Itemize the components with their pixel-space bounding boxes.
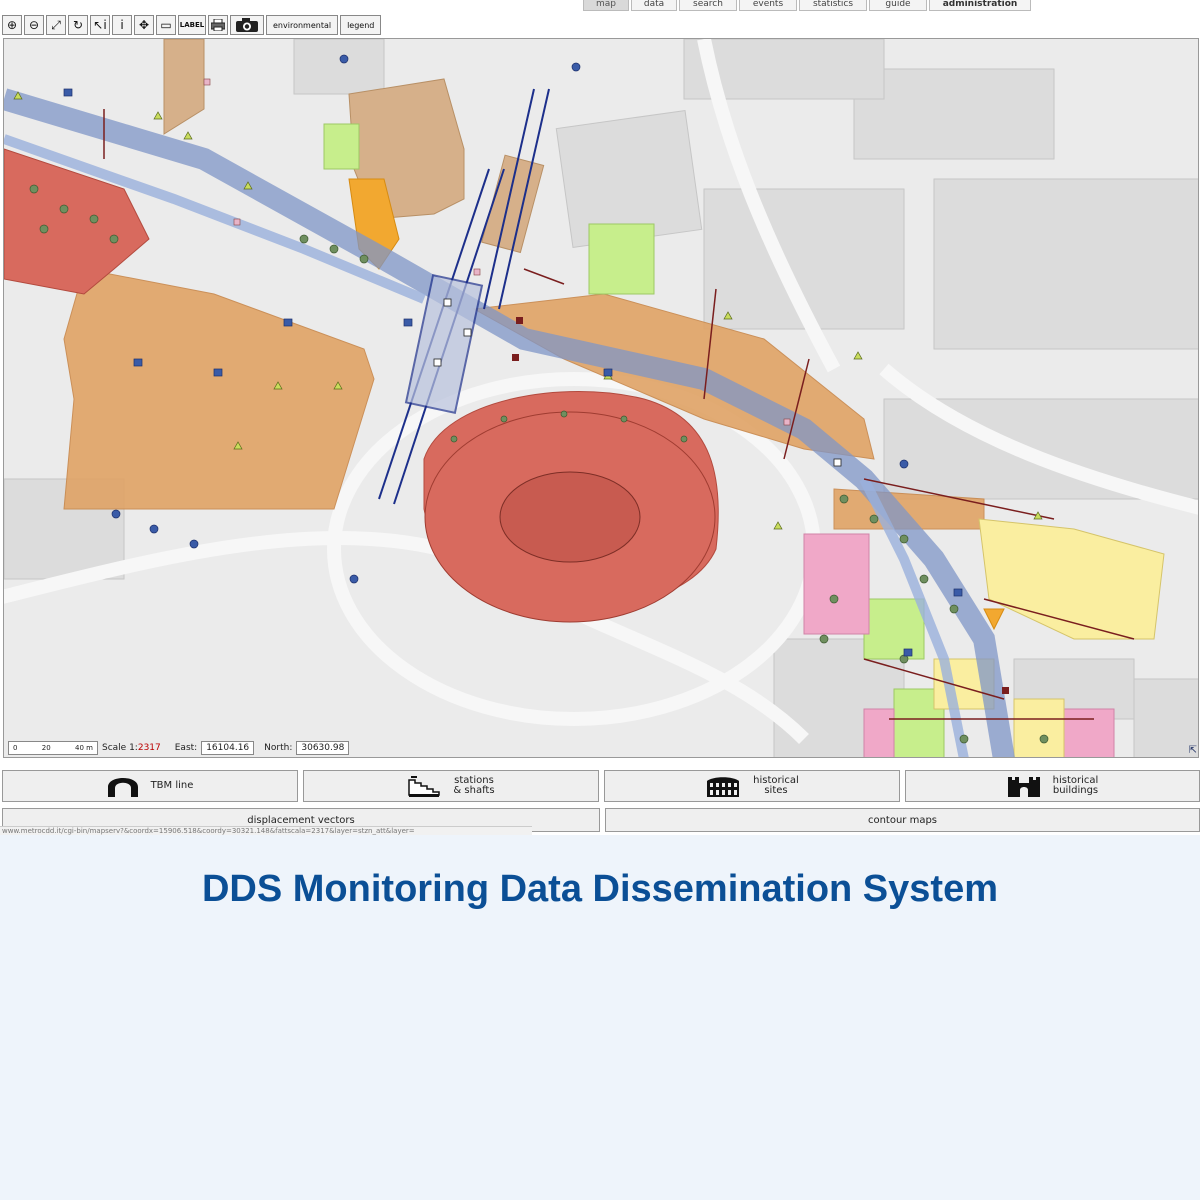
north-label: North: — [264, 743, 293, 753]
scale-ruler: 0 20 40 m — [8, 741, 98, 755]
measure-icon[interactable]: ▭ — [156, 15, 176, 35]
scale-label: Scale 1: — [102, 743, 138, 753]
browser-status-url: www.metrocdd.it/cgi-bin/mapserv?&coordx=… — [0, 826, 532, 835]
top-navigation: map data search events statistics guide … — [583, 0, 1033, 11]
info-icon[interactable]: i — [112, 15, 132, 35]
contour-maps-label: contour maps — [867, 814, 938, 826]
east-label: East: — [174, 743, 198, 753]
scale-bar: 0 20 40 m Scale 1: 2317 East: 16104.16 No… — [8, 741, 353, 755]
page-caption: DDS Monitoring Data Dissemination System — [201, 868, 998, 910]
historical-buildings-label-2: buildings — [1052, 785, 1099, 796]
map-toolbar: ⊕ ⊖ ⤢ ↻ ↖i i ✥ ▭ LABEL environmental leg… — [2, 14, 383, 36]
tab-data[interactable]: data — [631, 0, 677, 11]
tab-map[interactable]: map — [583, 0, 629, 11]
stairs-icon — [407, 775, 441, 797]
map-canvas[interactable]: 0 20 40 m Scale 1: 2317 East: 16104.16 No… — [3, 38, 1199, 758]
zoom-out-icon[interactable]: ⊖ — [24, 15, 44, 35]
zoom-in-icon[interactable]: ⊕ — [2, 15, 22, 35]
stations-shafts-button[interactable]: stations & shafts — [303, 770, 599, 802]
pan-icon[interactable]: ✥ — [134, 15, 154, 35]
tab-events[interactable]: events — [739, 0, 797, 11]
environmental-button[interactable]: environmental — [266, 15, 339, 35]
colosseum-icon — [705, 775, 741, 797]
ruler-tick-0: 0 — [13, 744, 18, 752]
tab-statistics[interactable]: statistics — [799, 0, 867, 11]
tunnel-icon — [107, 775, 139, 797]
east-value: 16104.16 — [201, 741, 255, 755]
print-icon[interactable] — [208, 15, 228, 35]
scale-value: 2317 — [137, 743, 161, 753]
tab-guide[interactable]: guide — [869, 0, 927, 11]
historical-buildings-button[interactable]: historical buildings — [905, 770, 1200, 802]
historical-sites-label-2: sites — [764, 785, 788, 796]
shafts-label: & shafts — [453, 785, 495, 796]
ruler-tick-20: 20 — [41, 744, 51, 752]
tab-administration[interactable]: administration — [929, 0, 1031, 11]
zoom-box-icon[interactable]: ⤢ — [46, 15, 66, 35]
castle-icon — [1007, 775, 1041, 797]
camera-icon[interactable] — [230, 15, 264, 35]
contour-maps-button[interactable]: contour maps — [605, 808, 1200, 832]
select-info-icon[interactable]: ↖i — [90, 15, 110, 35]
historical-sites-button[interactable]: historical sites — [604, 770, 900, 802]
refresh-icon[interactable]: ↻ — [68, 15, 88, 35]
ruler-tick-40: 40 m — [75, 744, 93, 752]
north-value: 30630.98 — [296, 741, 350, 755]
tbm-line-button[interactable]: TBM line — [2, 770, 298, 802]
dds-app-window: map data search events statistics guide … — [0, 0, 1200, 835]
expand-map-icon[interactable]: ⇱ — [1189, 745, 1197, 756]
tbm-line-label: TBM line — [150, 780, 194, 791]
map-layers — [4, 39, 1198, 757]
tab-search[interactable]: search — [679, 0, 737, 11]
legend-button[interactable]: legend — [340, 15, 382, 35]
label-button[interactable]: LABEL — [178, 15, 206, 35]
displacement-vectors-label: displacement vectors — [247, 814, 355, 826]
